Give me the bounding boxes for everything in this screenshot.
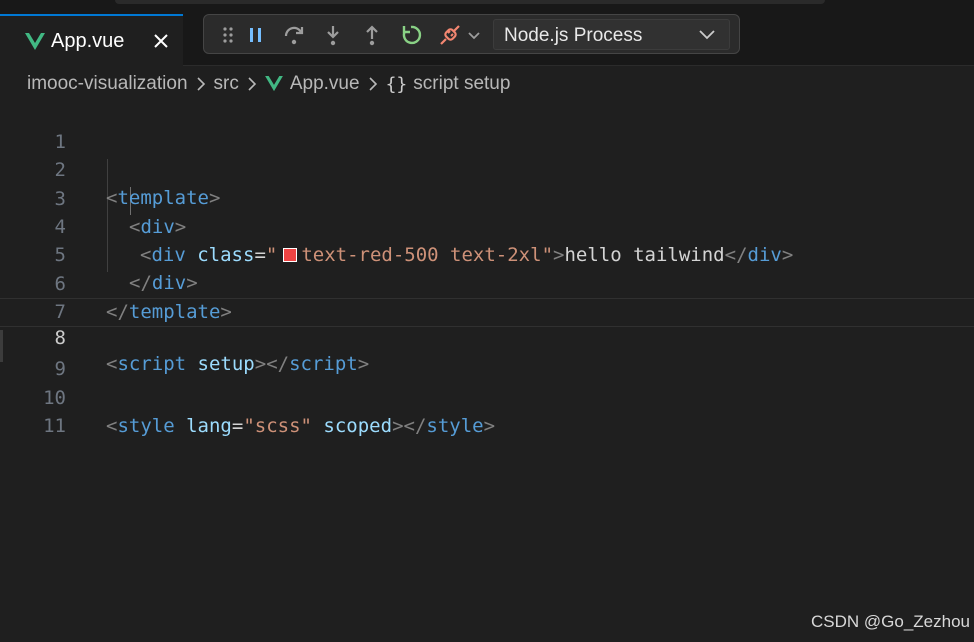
- drag-handle-icon[interactable]: [216, 23, 240, 47]
- select-chevron-icon: [699, 30, 715, 40]
- restart-icon[interactable]: [399, 23, 423, 47]
- code-line: 5 </div>: [0, 213, 974, 294]
- title-strip: [115, 0, 825, 4]
- chevron-down-icon[interactable]: [466, 23, 482, 47]
- code-editor[interactable]: 1 2 <template> 3 <div> 4 <div class=" tex…: [0, 100, 974, 642]
- breadcrumb-item-file[interactable]: App.vue: [290, 73, 360, 95]
- disconnect-icon[interactable]: [438, 23, 462, 47]
- token-attr: scoped: [323, 415, 393, 437]
- breadcrumb: imooc-visualization src App.vue {} scrip…: [27, 70, 510, 98]
- code-line: 9: [0, 327, 974, 380]
- step-into-icon[interactable]: [321, 23, 345, 47]
- code-line: 1: [0, 100, 974, 153]
- code-line: 2 <template>: [0, 128, 974, 209]
- code-line: 4 <div class=" text-red-500 text-2xl">hel…: [0, 185, 974, 266]
- chevron-right-icon: [247, 77, 257, 91]
- breadcrumb-item-folder[interactable]: imooc-visualization: [27, 73, 188, 95]
- token-punct: <: [106, 415, 118, 437]
- braces-icon: {}: [385, 73, 408, 95]
- code-line: 10 <style lang="scss" scoped></style>: [0, 356, 974, 437]
- vue-icon: [25, 33, 45, 50]
- token-tag: style: [426, 415, 484, 437]
- vue-icon: [264, 76, 283, 92]
- token-tag: style: [117, 415, 175, 437]
- line-number: 11: [43, 415, 66, 437]
- chevron-right-icon: [196, 77, 206, 91]
- step-over-icon[interactable]: [282, 23, 306, 47]
- process-select-value: Node.js Process: [504, 25, 643, 46]
- tab-label: App.vue: [51, 30, 125, 52]
- debug-toolbar: Node.js Process: [203, 14, 740, 54]
- pause-icon[interactable]: [244, 23, 268, 47]
- tab-app-vue[interactable]: App.vue: [0, 14, 183, 66]
- code-line: 6 </template>: [0, 242, 974, 323]
- chevron-right-icon: [368, 77, 378, 91]
- breadcrumb-item-src[interactable]: src: [214, 73, 239, 95]
- process-select[interactable]: Node.js Process: [493, 19, 730, 50]
- close-icon[interactable]: [150, 30, 172, 52]
- code-line: 11: [0, 384, 974, 437]
- vscode-window: App.vue Node.js Process imooc-visualizat…: [0, 0, 974, 642]
- code-line-active: 8 <script setup></script>: [0, 298, 974, 375]
- code-line: 7: [0, 270, 974, 323]
- token-attr: lang: [186, 415, 232, 437]
- token-punct: ></: [392, 415, 427, 437]
- step-out-icon[interactable]: [360, 23, 384, 47]
- token-eq: =: [231, 415, 244, 437]
- token-string: "scss": [243, 415, 312, 437]
- watermark: CSDN @Go_Zezhou: [811, 612, 970, 631]
- token-punct: >: [483, 415, 496, 437]
- breadcrumb-item-symbol[interactable]: script setup: [413, 73, 510, 95]
- code-line: 3 <div>: [0, 157, 974, 238]
